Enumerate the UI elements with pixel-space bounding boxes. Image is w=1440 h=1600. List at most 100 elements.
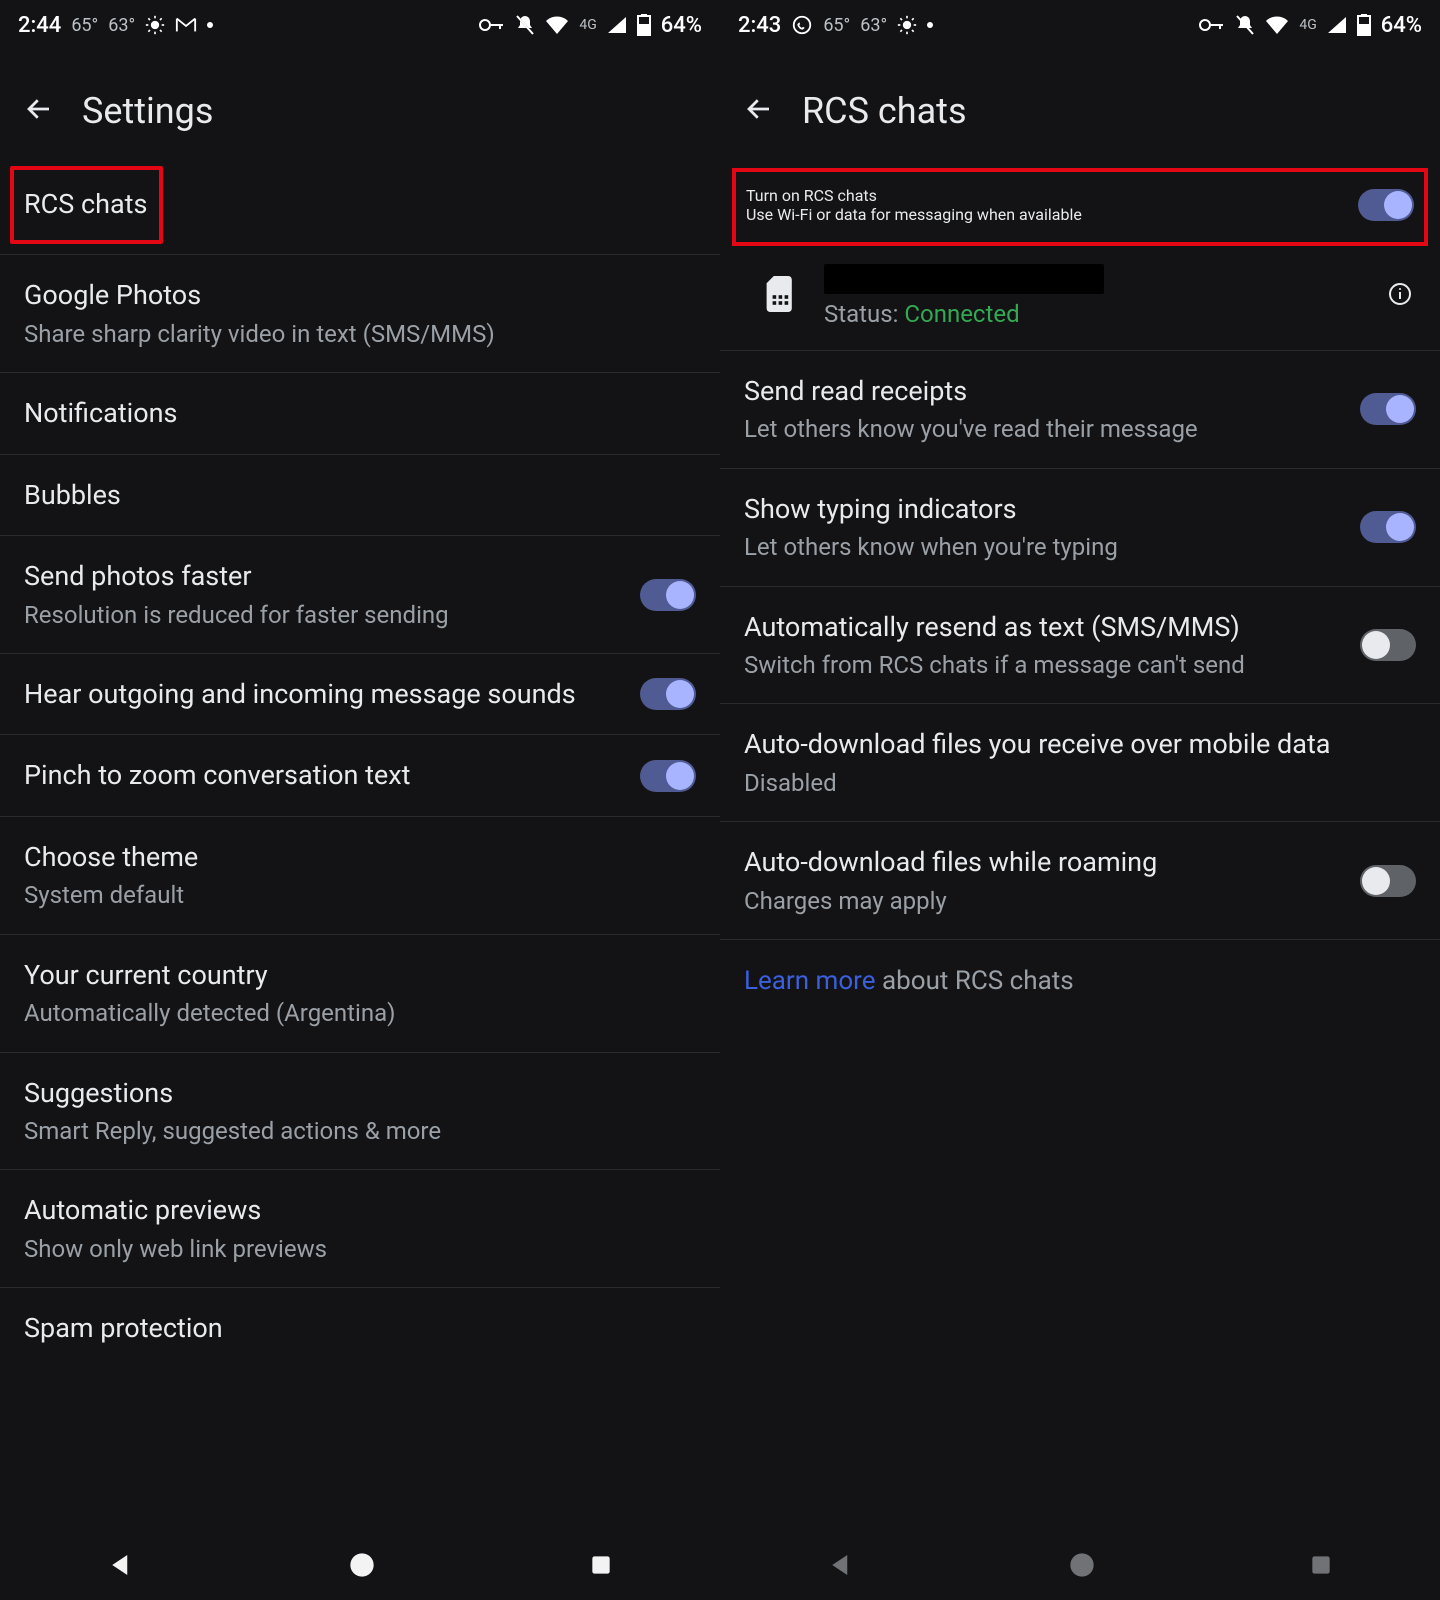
toggle-typing-indicators[interactable]	[1360, 511, 1416, 543]
page-title: RCS chats	[802, 90, 967, 132]
temp-hi: 65°	[823, 15, 850, 36]
row-title: Your current country	[24, 957, 676, 993]
row-turn-on-rcs[interactable]: Turn on RCS chats Use Wi-Fi or data for …	[732, 168, 1428, 246]
row-title: RCS chats	[24, 186, 147, 222]
row-suggestions[interactable]: Suggestions Smart Reply, suggested actio…	[0, 1053, 720, 1171]
row-bubbles[interactable]: Bubbles	[0, 455, 720, 536]
row-title: Show typing indicators	[744, 491, 1340, 527]
nav-back-icon[interactable]	[106, 1550, 136, 1584]
row-title: Turn on RCS chats	[746, 186, 1338, 205]
row-title: Pinch to zoom conversation text	[24, 757, 620, 793]
row-choose-theme[interactable]: Choose theme System default	[0, 817, 720, 935]
sim-card-icon	[766, 276, 796, 316]
battery-icon	[1357, 14, 1371, 36]
app-bar: RCS chats	[720, 50, 1440, 168]
row-hear-sounds[interactable]: Hear outgoing and incoming message sound…	[0, 654, 720, 735]
row-title: Spam protection	[24, 1310, 676, 1346]
redacted-number	[824, 264, 1104, 294]
nav-recents-icon[interactable]	[588, 1552, 614, 1582]
wifi-icon	[545, 16, 569, 34]
sun-icon	[145, 15, 165, 35]
row-title: Hear outgoing and incoming message sound…	[24, 676, 620, 712]
nav-home-icon[interactable]	[1068, 1551, 1096, 1583]
bell-off-icon	[515, 14, 535, 36]
row-spam-protection[interactable]: Spam protection	[0, 1288, 720, 1368]
toggle-send-photos-faster[interactable]	[640, 579, 696, 611]
nav-back-icon[interactable]	[826, 1550, 856, 1584]
row-sub: Let others know when you're typing	[744, 531, 1340, 563]
page-title: Settings	[82, 90, 213, 132]
row-sub: Share sharp clarity video in text (SMS/M…	[24, 318, 676, 350]
row-read-receipts[interactable]: Send read receipts Let others know you'v…	[720, 351, 1440, 469]
nav-recents-icon[interactable]	[1308, 1552, 1334, 1582]
temp-hi: 65°	[71, 15, 98, 36]
status-bar: 2:43 65° 63° 4G	[720, 0, 1440, 50]
row-country[interactable]: Your current country Automatically detec…	[0, 935, 720, 1053]
sim-status: Status: Connected	[824, 300, 1360, 328]
row-title: Auto-download files you receive over mob…	[744, 726, 1396, 762]
row-sub: Disabled	[744, 767, 1396, 799]
row-title: Suggestions	[24, 1075, 676, 1111]
status-value: Connected	[904, 300, 1019, 328]
row-pinch-zoom[interactable]: Pinch to zoom conversation text	[0, 735, 720, 816]
info-icon[interactable]	[1388, 282, 1412, 310]
row-sub: Show only web link previews	[24, 1233, 676, 1265]
toggle-pinch-zoom[interactable]	[640, 760, 696, 792]
toggle-auto-download-roaming[interactable]	[1360, 865, 1416, 897]
temp-lo: 63°	[108, 15, 135, 36]
temp-lo: 63°	[860, 15, 887, 36]
row-notifications[interactable]: Notifications	[0, 373, 720, 454]
more-notif-dot	[927, 22, 933, 28]
battery-pct: 64%	[661, 13, 702, 38]
row-sub: Let others know you've read their messag…	[744, 413, 1340, 445]
row-sub: Resolution is reduced for faster sending	[24, 599, 620, 631]
toggle-hear-sounds[interactable]	[640, 678, 696, 710]
app-bar: Settings	[0, 50, 720, 168]
gmail-icon	[175, 16, 197, 34]
signal-icon	[1327, 16, 1347, 34]
row-sub: Smart Reply, suggested actions & more	[24, 1115, 676, 1147]
toggle-turn-on-rcs[interactable]	[1358, 189, 1414, 221]
row-auto-download-roaming[interactable]: Auto-download files while roaming Charge…	[720, 822, 1440, 940]
network-label: 4G	[579, 17, 596, 33]
sim-status-row[interactable]: Status: Connected	[720, 246, 1440, 351]
status-label: Status:	[824, 300, 904, 328]
learn-more-rest: about RCS chats	[876, 966, 1074, 996]
back-icon[interactable]	[24, 94, 54, 128]
nav-home-icon[interactable]	[348, 1551, 376, 1583]
row-title: Choose theme	[24, 839, 676, 875]
toggle-auto-resend-sms[interactable]	[1360, 629, 1416, 661]
clock: 2:43	[738, 13, 781, 38]
clock: 2:44	[18, 13, 61, 38]
row-google-photos[interactable]: Google Photos Share sharp clarity video …	[0, 255, 720, 373]
wifi-icon	[1265, 16, 1289, 34]
battery-icon	[637, 14, 651, 36]
row-rcs-chats[interactable]: RCS chats	[0, 168, 720, 254]
bell-off-icon	[1235, 14, 1255, 36]
row-automatic-previews[interactable]: Automatic previews Show only web link pr…	[0, 1170, 720, 1288]
vpn-key-icon	[1199, 18, 1225, 32]
row-sub: Switch from RCS chats if a message can't…	[744, 649, 1340, 681]
row-title: Bubbles	[24, 477, 676, 513]
screen-settings: 2:44 65° 63° 4G	[0, 0, 720, 1600]
learn-more-link[interactable]: Learn more	[744, 966, 876, 996]
network-label: 4G	[1299, 17, 1316, 33]
row-title: Automatic previews	[24, 1192, 676, 1228]
back-icon[interactable]	[744, 94, 774, 128]
signal-icon	[607, 16, 627, 34]
row-title: Send photos faster	[24, 558, 620, 594]
row-typing-indicators[interactable]: Show typing indicators Let others know w…	[720, 469, 1440, 587]
battery-pct: 64%	[1381, 13, 1422, 38]
row-title: Google Photos	[24, 277, 676, 313]
row-auto-download-mobile[interactable]: Auto-download files you receive over mob…	[720, 704, 1440, 822]
row-send-photos-faster[interactable]: Send photos faster Resolution is reduced…	[0, 536, 720, 654]
settings-list: RCS chats Google Photos Share sharp clar…	[0, 168, 720, 1369]
row-title: Send read receipts	[744, 373, 1340, 409]
more-notif-dot	[207, 22, 213, 28]
row-auto-resend-sms[interactable]: Automatically resend as text (SMS/MMS) S…	[720, 587, 1440, 705]
nav-bar	[0, 1550, 720, 1584]
sun-icon	[897, 15, 917, 35]
row-title: Automatically resend as text (SMS/MMS)	[744, 609, 1340, 645]
toggle-read-receipts[interactable]	[1360, 393, 1416, 425]
row-title: Notifications	[24, 395, 676, 431]
